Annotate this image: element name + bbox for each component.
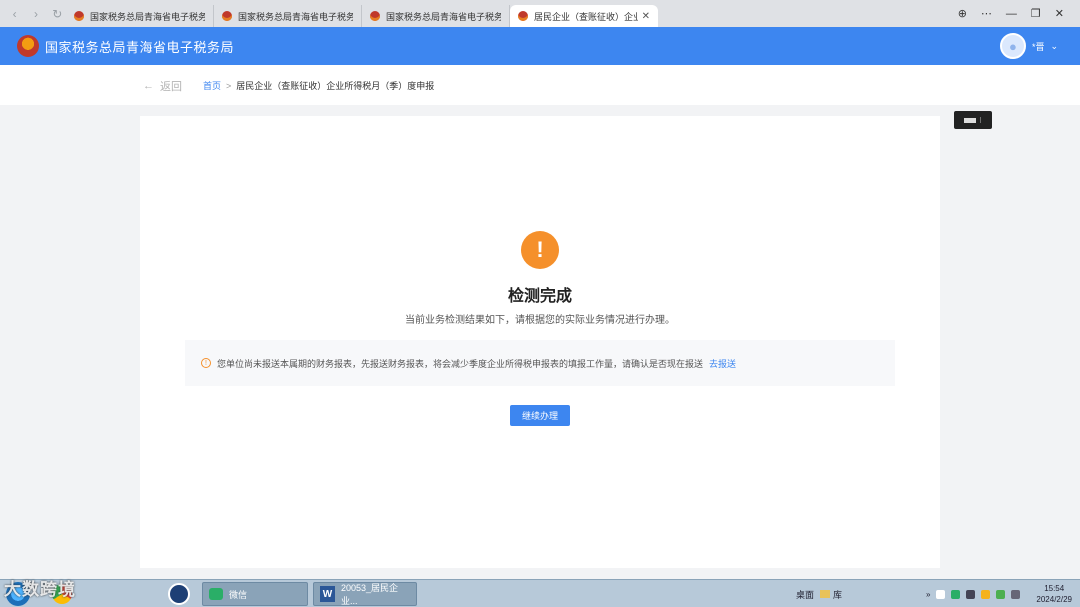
breadcrumb-bar: ← 返回 首页 > 居民企业（查账征收）企业所得税月（季）度申报	[0, 65, 1080, 105]
minimize-icon[interactable]: —	[1006, 8, 1017, 20]
taskbar-item-label: 微信	[229, 589, 248, 600]
browser-tab[interactable]: 国家税务总局青海省电子税务局	[214, 5, 362, 27]
chevron-down-icon[interactable]: ⌄	[1050, 41, 1058, 52]
avatar[interactable]: ●	[999, 33, 1026, 59]
breadcrumb: 首页 > 居民企业（查账征收）企业所得税月（季）度申报	[203, 79, 434, 92]
browser-nav-buttons: ‹ › ↻	[0, 5, 66, 23]
app-header: 国家税务总局青海省电子税务局 ● *晋 ⌄	[0, 27, 1080, 65]
reload-icon[interactable]: ↻	[49, 5, 66, 23]
tab-label: 国家税务总局青海省电子税务局	[386, 11, 501, 22]
continue-button[interactable]: 继续办理	[510, 405, 570, 426]
result-card: ! 检测完成 当前业务检测结果如下，请根据您的实际业务情况进行办理。 ! 您单位…	[140, 116, 940, 568]
status-subtitle: 当前业务检测结果如下，请根据您的实际业务情况进行办理。	[405, 315, 675, 326]
wechat-icon	[209, 588, 223, 600]
desktop-toolbar[interactable]: 桌面 库	[796, 582, 842, 606]
taskbar: 微信 W 20053_居民企业... 桌面 库 » 15:54 2024/2/2…	[0, 579, 1080, 607]
notice-box: ! 您单位尚未报送本属期的财务报表，先报送财务报表，将会减少季度企业所得税申报表…	[185, 340, 895, 386]
word-icon: W	[320, 586, 336, 602]
taskbar-item-wechat[interactable]: 微信	[202, 582, 308, 606]
taskbar-item-word[interactable]: W 20053_居民企业...	[313, 582, 417, 606]
tax-logo-icon	[370, 11, 380, 21]
tax-app-icon[interactable]	[168, 582, 190, 606]
clock-date: 2024/2/29	[1036, 595, 1072, 604]
window-close-icon[interactable]: ✕	[1055, 7, 1064, 20]
globe-icon[interactable]: ⊕	[958, 7, 967, 20]
back-button[interactable]: ← 返回	[143, 78, 182, 94]
more-icon[interactable]: ⋯	[981, 7, 992, 20]
watermark: 大数跨境	[4, 580, 76, 599]
tab-label: 居民企业（查账征收）企业所	[534, 11, 638, 22]
tab-label: 国家税务总局青海省电子税务局	[90, 11, 205, 22]
notification-icon[interactable]	[936, 589, 946, 599]
back-arrow-icon[interactable]: ‹	[6, 5, 23, 23]
security-tray-icon[interactable]	[996, 589, 1006, 599]
notice-text: 您单位尚未报送本属期的财务报表，先报送财务报表，将会减少季度企业所得税申报表的填…	[217, 358, 704, 369]
forward-arrow-icon[interactable]: ›	[27, 5, 44, 23]
wechat-tray-icon[interactable]	[951, 589, 961, 599]
tax-logo-icon	[74, 11, 84, 21]
window-controls: ⊕ ⋯ — ❐ ✕	[958, 0, 1080, 27]
clock-time: 15:54	[1044, 584, 1065, 593]
tax-logo-icon	[222, 11, 232, 21]
browser-tab[interactable]: 国家税务总局青海省电子税务局	[362, 5, 510, 27]
network-tray-icon[interactable]	[966, 589, 976, 599]
user-name: *晋	[1031, 41, 1045, 52]
widget-bar-icon	[964, 117, 977, 123]
status-title: 检测完成	[507, 288, 572, 305]
volume-icon[interactable]	[1011, 589, 1021, 599]
submit-report-link[interactable]: 去报送	[709, 357, 736, 370]
desktop-label: 桌面	[796, 589, 815, 600]
warning-icon: !	[521, 231, 559, 269]
back-label: 返回	[160, 81, 182, 93]
taskbar-item-label: 20053_居民企业...	[341, 583, 399, 606]
breadcrumb-separator: >	[226, 80, 232, 91]
info-warning-icon: !	[201, 358, 211, 368]
breadcrumb-current: 居民企业（查账征收）企业所得税月（季）度申报	[236, 81, 435, 91]
breadcrumb-home[interactable]: 首页	[203, 79, 221, 92]
widget-dots-icon: ⁝	[979, 115, 982, 125]
expand-tray-icon[interactable]: »	[926, 590, 930, 599]
tax-emblem-icon	[17, 35, 39, 57]
browser-tab[interactable]: 国家税务总局青海省电子税务局	[66, 5, 214, 27]
back-arrow-icon: ←	[143, 80, 154, 92]
app-title: 国家税务总局青海省电子税务局	[45, 39, 235, 55]
browser-tab-active[interactable]: 居民企业（查账征收）企业所 ✕	[510, 5, 658, 27]
floating-widget[interactable]: ⁝	[954, 111, 992, 129]
tax-logo-icon	[518, 11, 528, 21]
system-tray: » 15:54 2024/2/29	[926, 582, 1072, 606]
app-tray-icon[interactable]	[981, 589, 991, 599]
browser-tab-strip: ‹ › ↻ 国家税务总局青海省电子税务局 国家税务总局青海省电子税务局 国家税务…	[0, 0, 1080, 27]
library-label: 库	[833, 589, 843, 600]
tab-label: 国家税务总局青海省电子税务局	[238, 11, 353, 22]
clock[interactable]: 15:54 2024/2/29	[1036, 583, 1072, 605]
folder-icon	[820, 590, 831, 598]
restore-icon[interactable]: ❐	[1031, 7, 1041, 20]
close-tab-icon[interactable]: ✕	[642, 11, 650, 22]
user-menu[interactable]: ● *晋 ⌄	[999, 33, 1058, 59]
